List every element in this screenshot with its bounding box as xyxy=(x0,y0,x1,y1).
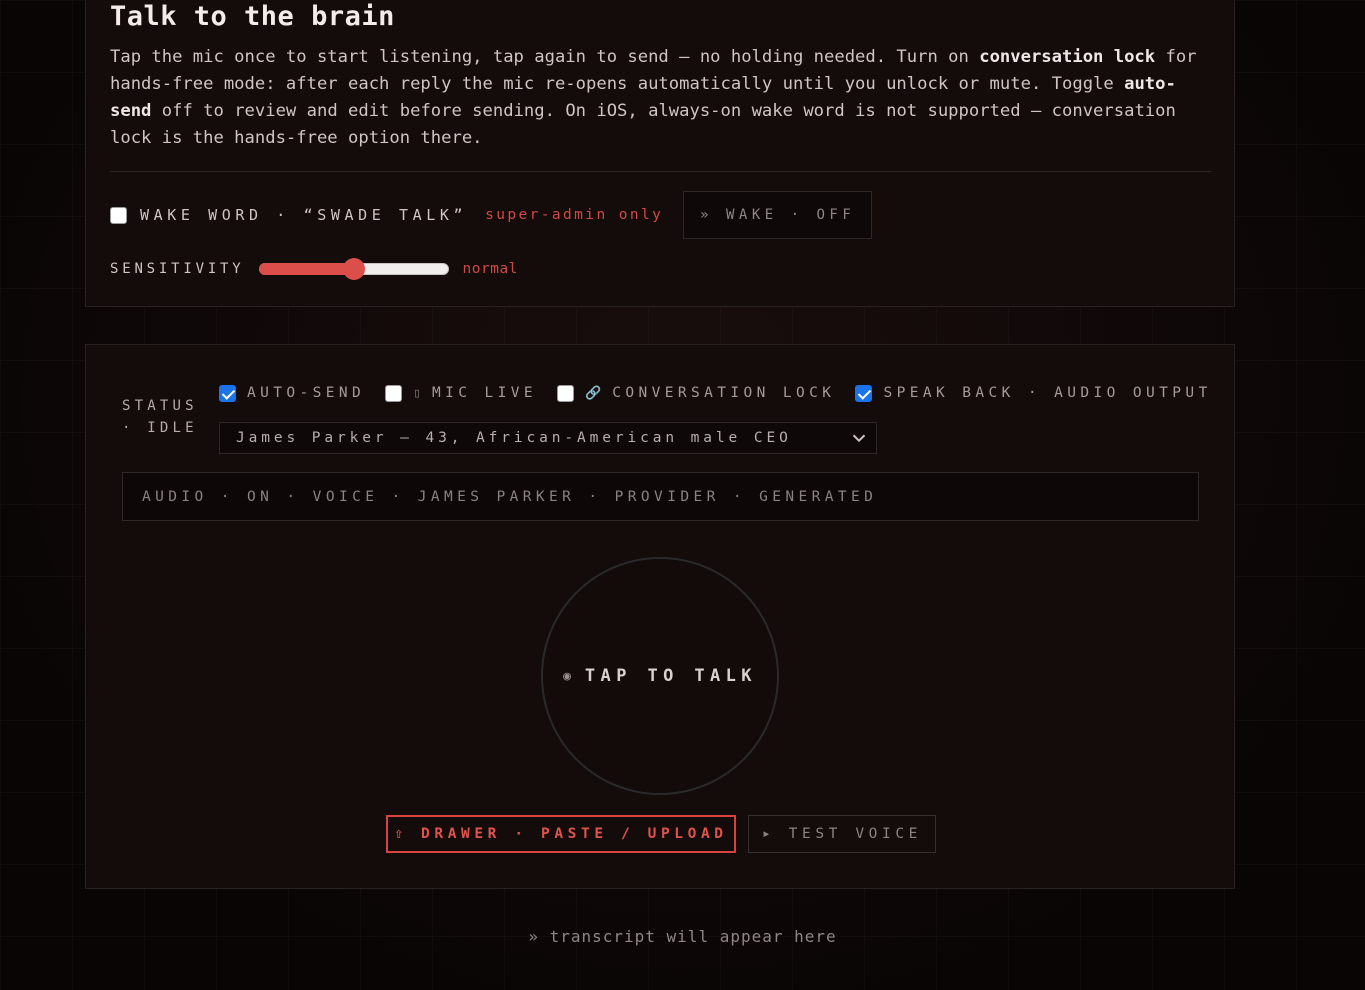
drawer-paste-upload-button[interactable]: ⇧ DRAWER · PASTE / UPLOAD xyxy=(386,815,736,853)
action-buttons: ⇧ DRAWER · PASTE / UPLOAD ▸ TEST VOICE xyxy=(386,815,936,853)
intro-description: Tap the mic once to start listening, tap… xyxy=(110,47,1197,148)
sensitivity-value: normal xyxy=(462,261,518,277)
speak-back-option[interactable]: SPEAK BACK · AUDIO OUTPUT xyxy=(855,384,1212,402)
status-label: STATUS xyxy=(122,398,198,414)
tap-to-talk-button[interactable]: ◉ TAP TO TALK xyxy=(541,557,779,795)
mic-live-label: MIC LIVE xyxy=(432,385,538,401)
intro-panel: Talk to the brain Tap the mic once to st… xyxy=(85,0,1235,307)
conversation-lock-option[interactable]: 🔗 CONVERSATION LOCK xyxy=(557,384,836,402)
wake-word-checkbox[interactable] xyxy=(110,206,127,224)
page-title: Talk to the brain xyxy=(110,1,395,32)
options-row: AUTO-SEND ▯ MIC LIVE 🔗 CONVERSATION LOCK… xyxy=(219,382,1232,404)
auto-send-checkbox[interactable] xyxy=(219,384,236,402)
wake-word-label: WAKE WORD · “SWADE TALK” xyxy=(140,206,468,224)
mic-live-checkbox[interactable] xyxy=(385,384,403,402)
slider-fill xyxy=(258,263,354,275)
voice-panel: STATUS · IDLE AUTO-SEND ▯ MIC LIVE 🔗 CON… xyxy=(85,344,1235,889)
status-value: · IDLE xyxy=(122,420,198,436)
voice-select[interactable]: James Parker — 43, African-American male… xyxy=(219,422,877,454)
sensitivity-row: SENSITIVITY normal xyxy=(110,255,518,283)
mic-live-icon: ▯ xyxy=(413,385,421,401)
status-indicator: STATUS · IDLE xyxy=(122,395,198,439)
sensitivity-slider[interactable] xyxy=(258,258,449,280)
conversation-lock-checkbox[interactable] xyxy=(557,384,575,402)
link-icon: 🔗 xyxy=(585,385,602,401)
sensitivity-label: SENSITIVITY xyxy=(110,261,245,277)
wake-word-row: WAKE WORD · “SWADE TALK” super-admin onl… xyxy=(110,191,873,239)
wake-toggle-button[interactable]: » WAKE · OFF xyxy=(683,191,873,239)
section-divider xyxy=(110,171,1211,172)
conversation-lock-label: CONVERSATION LOCK xyxy=(612,385,836,401)
test-voice-button[interactable]: ▸ TEST VOICE xyxy=(748,815,936,853)
record-dot-icon: ◉ xyxy=(563,668,571,684)
transcript-placeholder: » transcript will appear here xyxy=(528,927,837,946)
audio-status-bar: AUDIO · ON · VOICE · JAMES PARKER · PROV… xyxy=(122,472,1199,521)
auto-send-option[interactable]: AUTO-SEND xyxy=(219,384,366,402)
auto-send-label: AUTO-SEND xyxy=(247,385,366,401)
chevron-down-icon xyxy=(852,434,866,443)
mic-live-option[interactable]: ▯ MIC LIVE xyxy=(385,384,538,402)
slider-thumb[interactable] xyxy=(342,258,365,280)
super-admin-note: super-admin only xyxy=(485,207,664,223)
tap-to-talk-label: TAP TO TALK xyxy=(584,666,757,686)
speak-back-label: SPEAK BACK · AUDIO OUTPUT xyxy=(883,385,1212,401)
voice-select-value: James Parker — 43, African-American male… xyxy=(236,430,792,446)
speak-back-checkbox[interactable] xyxy=(855,384,873,402)
